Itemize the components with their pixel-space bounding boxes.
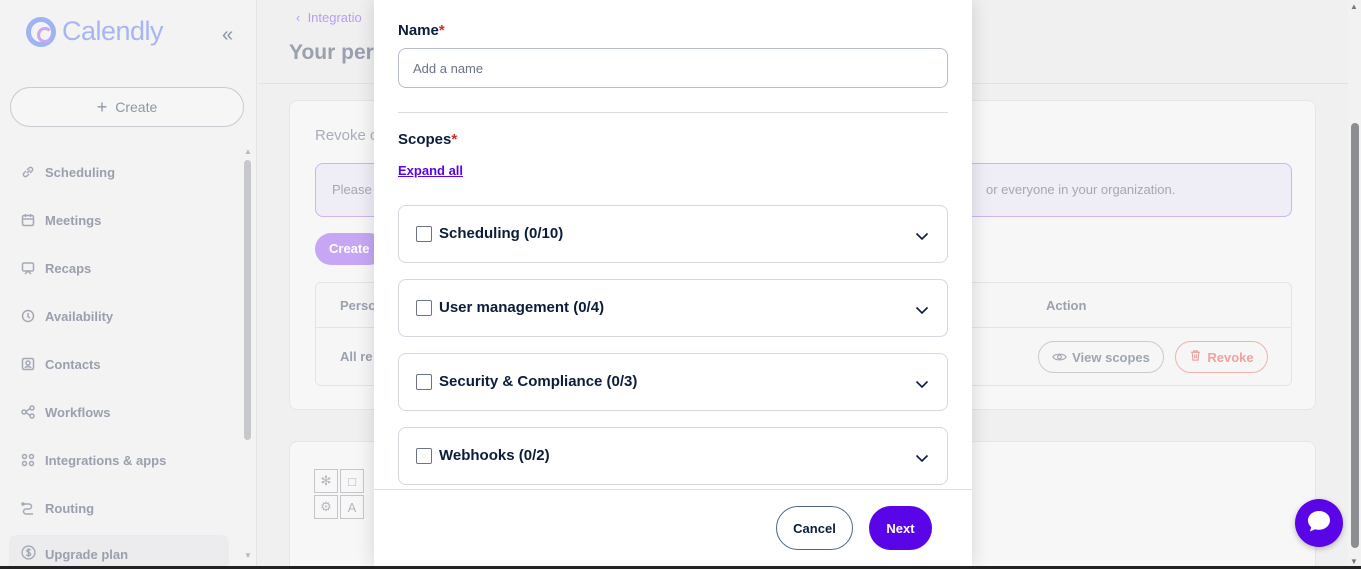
page-title: Your per [289, 41, 374, 64]
required-marker: * [451, 131, 458, 148]
scope-label: Scheduling (0/10) [439, 225, 564, 242]
cancel-button[interactable]: Cancel [776, 506, 853, 550]
logo-text: Calendly [62, 16, 164, 46]
scope-checkbox[interactable] [416, 374, 432, 390]
sidebar-item-label: Integrations & apps [45, 452, 167, 468]
sidebar: Calendly « + Create Scheduling Meetings [0, 0, 257, 569]
sidebar-item-routing[interactable]: Routing [20, 484, 166, 532]
contact-icon [20, 356, 36, 372]
sidebar-item-label: Availability [45, 308, 114, 324]
scope-checkbox[interactable] [416, 300, 432, 316]
sidebar-item-workflows[interactable]: Workflows [20, 388, 166, 436]
chevron-down-icon[interactable] [915, 228, 929, 246]
sidebar-scroll-down[interactable]: ▼ [244, 551, 252, 560]
view-scopes-label: View scopes [1072, 349, 1150, 365]
expand-all-link[interactable]: Expand all [398, 163, 463, 178]
create-button[interactable]: + Create [10, 87, 244, 127]
info-text-left: Please [332, 182, 372, 197]
table-cell-name: All re [340, 349, 373, 364]
sidebar-item-label: Recaps [45, 260, 92, 276]
sidebar-scroll-up[interactable]: ▲ [244, 147, 252, 156]
sidebar-item-label: Meetings [45, 212, 102, 228]
grid-icon [20, 452, 36, 468]
chevron-down-icon[interactable] [915, 302, 929, 320]
scopes-label: Scopes* [398, 131, 457, 148]
revoke-description: Revoke c [315, 127, 378, 144]
sidebar-item-availability[interactable]: Availability [20, 292, 166, 340]
revoke-button[interactable]: Revoke [1175, 341, 1268, 373]
sidebar-item-label: Scheduling [45, 164, 116, 180]
scope-user-management[interactable]: User management (0/4) [398, 279, 948, 337]
sidebar-item-recaps[interactable]: Recaps [20, 244, 166, 292]
atom-icon: ✻ [314, 469, 338, 493]
link-icon [20, 164, 36, 180]
sidebar-item-label: Workflows [45, 404, 111, 420]
calendar-icon [20, 212, 36, 228]
sidebar-nav: Scheduling Meetings Recaps Availability [20, 148, 166, 532]
sidebar-scrollbar[interactable] [244, 160, 251, 440]
page-scroll-down[interactable]: ▼ [1350, 557, 1358, 566]
chat-button[interactable] [1295, 499, 1343, 547]
calendly-logo[interactable]: Calendly [26, 16, 164, 47]
calendly-logo-icon [26, 16, 56, 47]
dollar-icon [21, 545, 36, 563]
scope-label: Security & Compliance (0/3) [439, 373, 638, 390]
feature-icon-grid: ✻ □ ⚙ A [314, 469, 364, 519]
modal-footer: Cancel Next [374, 489, 972, 566]
chevron-down-icon[interactable] [915, 450, 929, 468]
scope-label: User management (0/4) [439, 299, 605, 316]
scope-label: Webhooks (0/2) [439, 447, 550, 464]
sidebar-item-label: Routing [45, 500, 95, 516]
name-label-text: Name [398, 22, 439, 39]
scopes-label-text: Scopes [398, 131, 452, 148]
upgrade-plan-label: Upgrade plan [45, 546, 129, 562]
monitor-icon: □ [340, 469, 364, 493]
sidebar-item-contacts[interactable]: Contacts [20, 340, 166, 388]
scope-scheduling[interactable]: Scheduling (0/10) [398, 205, 948, 263]
collapse-sidebar-button[interactable]: « [222, 24, 233, 47]
page-scroll-up[interactable]: ▲ [1350, 2, 1358, 11]
breadcrumb[interactable]: ‹ Integratio [296, 10, 362, 25]
upgrade-plan-button[interactable]: Upgrade plan [9, 535, 229, 569]
sidebar-item-meetings[interactable]: Meetings [20, 196, 166, 244]
view-scopes-button[interactable]: View scopes [1038, 341, 1164, 373]
scope-checkbox[interactable] [416, 226, 432, 242]
modal-body: Name* Scopes* Expand all Scheduling (0/1… [374, 0, 972, 489]
routing-icon [20, 500, 36, 516]
scope-checkbox[interactable] [416, 448, 432, 464]
plus-icon: + [96, 97, 108, 117]
create-token-modal: Name* Scopes* Expand all Scheduling (0/1… [374, 0, 972, 566]
eye-icon [1052, 350, 1067, 365]
revoke-label: Revoke [1207, 349, 1254, 365]
text-icon: A [340, 495, 364, 519]
breadcrumb-label: Integratio [307, 10, 362, 25]
chat-bubble-icon [1306, 509, 1332, 538]
clock-icon [20, 308, 36, 324]
create-button-label: Create [115, 99, 158, 115]
sidebar-item-label: Contacts [45, 356, 101, 372]
column-header-personal: Perso [340, 298, 377, 313]
recaps-icon [20, 260, 36, 276]
sidebar-item-scheduling[interactable]: Scheduling [20, 148, 166, 196]
page-scrollbar-thumb[interactable] [1351, 123, 1359, 548]
chevron-down-icon[interactable] [915, 376, 929, 394]
trash-icon [1189, 349, 1202, 365]
chevron-left-icon: ‹ [296, 10, 308, 25]
scope-security-compliance[interactable]: Security & Compliance (0/3) [398, 353, 948, 411]
info-text-right: or everyone in your organization. [986, 182, 1176, 197]
next-button[interactable]: Next [869, 506, 932, 550]
sidebar-item-integrations[interactable]: Integrations & apps [20, 436, 166, 484]
scope-webhooks[interactable]: Webhooks (0/2) [398, 427, 948, 485]
settings-icon: ⚙ [314, 495, 338, 519]
required-marker: * [438, 22, 445, 39]
name-label: Name* [398, 22, 445, 39]
column-header-action: Action [1046, 298, 1087, 313]
workflow-icon [20, 404, 36, 420]
name-input[interactable] [398, 48, 948, 88]
modal-divider [398, 112, 948, 113]
